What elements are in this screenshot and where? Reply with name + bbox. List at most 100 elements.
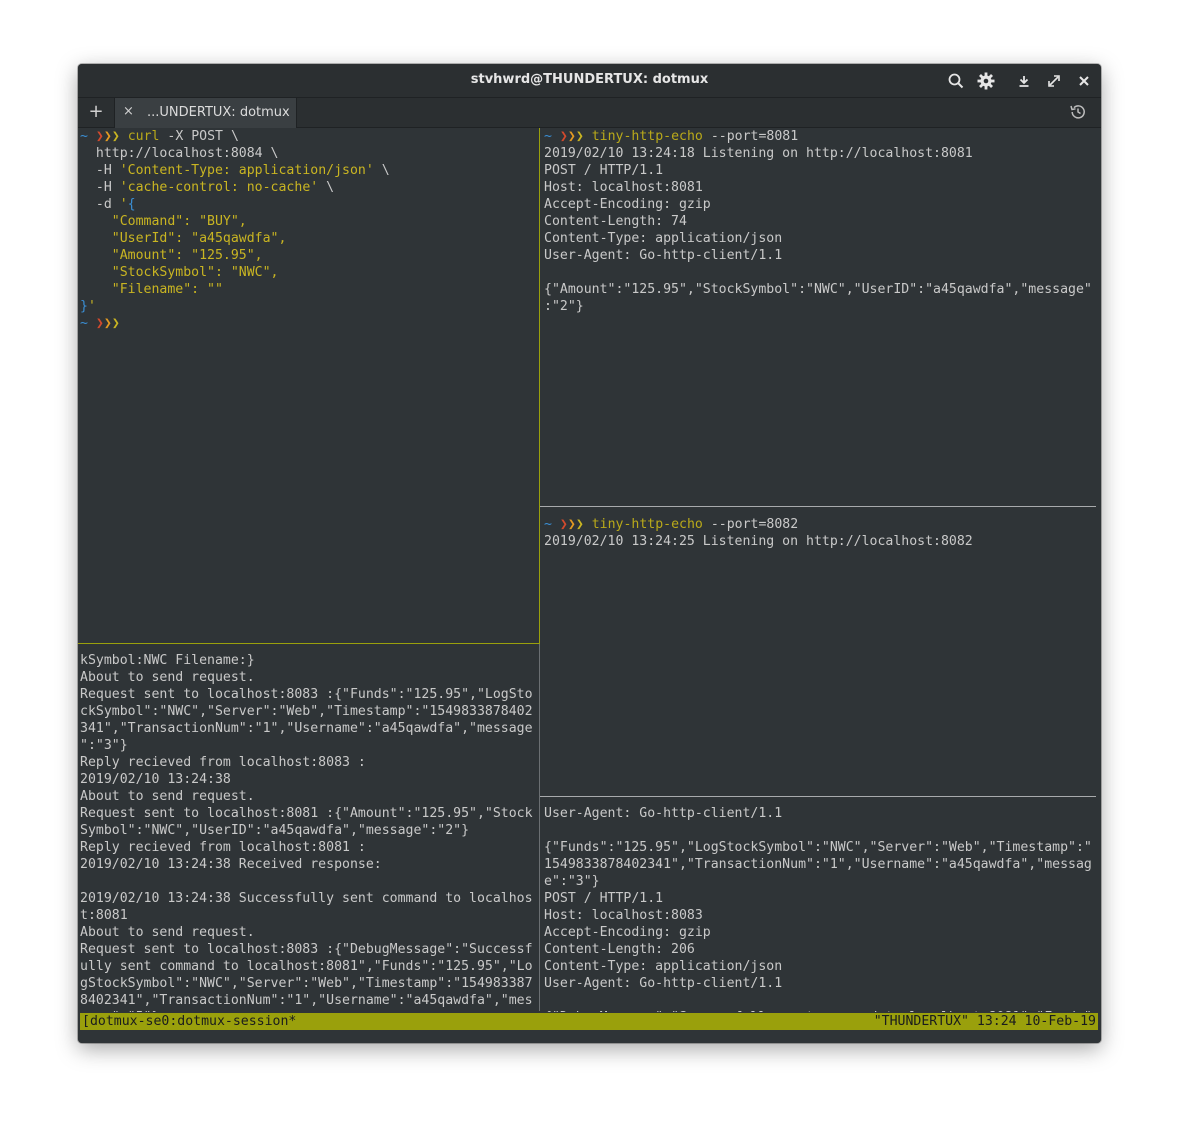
- terminal-line: Content-Type: application/json: [544, 231, 783, 246]
- tab-close-button[interactable]: ×: [123, 104, 134, 119]
- close-icon[interactable]: [1074, 71, 1094, 91]
- command-name: tiny-http-echo: [591, 129, 703, 144]
- terminal-line: ully sent command to localhost:8081","Fu…: [80, 959, 533, 974]
- terminal-line: User-Agent: Go-http-client/1.1: [544, 806, 783, 821]
- terminal-line: kSymbol:NWC Filename:}: [80, 653, 255, 668]
- pane-echo-8083[interactable]: User-Agent: Go-http-client/1.1 {"Funds":"…: [542, 805, 1098, 1012]
- terminal-text: ': [87, 299, 96, 314]
- pane-client-log[interactable]: kSymbol:NWC Filename:} About to send requ…: [78, 652, 539, 1012]
- terminal-line: Request sent to localhost:8083 :{"DebugM…: [80, 942, 533, 957]
- command-args: --port=8082: [702, 517, 799, 532]
- terminal-line: 2019/02/10 13:24:25 Listening on http://…: [544, 534, 973, 549]
- terminal-text: "Filename": "": [80, 282, 223, 297]
- terminal-line: sage":"5"}: [80, 1009, 539, 1012]
- terminal-line: {"Amount":"125.95","StockSymbol":"NWC","…: [544, 282, 1092, 297]
- prompt-line: ~ ❯❯❯ tiny-http-echo --port=8081: [544, 129, 799, 144]
- terminal-text: ': [119, 197, 128, 212]
- terminal-line: POST / HTTP/1.1: [544, 163, 664, 178]
- terminal-line: "StockSymbol": "NWC",: [80, 264, 539, 281]
- terminal-line: }': [80, 298, 539, 315]
- new-tab-button[interactable]: +: [86, 102, 106, 124]
- terminal-line: User-Agent: Go-http-client/1.1: [544, 976, 783, 991]
- maximize-icon[interactable]: [1044, 71, 1064, 91]
- tab-dotmux[interactable]: × ...UNDERTUX: dotmux: [114, 98, 297, 128]
- terminal-line: 2019/02/10 13:24:38: [80, 772, 231, 787]
- terminal-text: -H: [80, 180, 120, 195]
- terminal-text: "UserId": "a45qawdfa",: [80, 231, 287, 246]
- pane-echo-8082[interactable]: ~ ❯❯❯ tiny-http-echo --port=8082 2019/02…: [542, 516, 1098, 796]
- terminal-line: Content-Length: 206: [544, 942, 695, 957]
- terminal-line: -H 'Content-Type: application/json' \: [80, 162, 539, 179]
- terminal-line: Content-Type: application/json: [544, 959, 783, 974]
- terminal-text: 'cache-control: no-cache': [119, 180, 319, 195]
- terminal-area[interactable]: ~ ❯❯❯ curl -X POST \ http://localhost:80…: [78, 128, 1101, 1043]
- terminal-line: 2019/02/10 13:24:18 Listening on http://…: [544, 146, 973, 161]
- terminal-line: User-Agent: Go-http-client/1.1: [544, 248, 783, 263]
- terminal-line: e":"3"}: [544, 874, 600, 889]
- terminal-line: About to send request.: [80, 789, 255, 804]
- download-icon[interactable]: [1014, 71, 1034, 91]
- terminal-line: Content-Length: 74: [544, 214, 687, 229]
- tab-label: ...UNDERTUX: dotmux: [147, 105, 290, 120]
- terminal-line: 2019/02/10 13:24:38 Successfully sent co…: [80, 891, 533, 906]
- command-args: -X POST \: [159, 129, 239, 144]
- terminal-line: gStockSymbol":"NWC","Server":"Web","Time…: [80, 976, 533, 991]
- title-bar[interactable]: stvhwrd@THUNDERTUX: dotmux: [78, 64, 1101, 98]
- terminal-line: 8402341","TransactionNum":"1","Username"…: [80, 993, 533, 1008]
- terminal-line: -d '{: [80, 196, 539, 213]
- terminal-line: Accept-Encoding: gzip: [544, 197, 711, 212]
- terminal-line: http://localhost:8084 \: [80, 145, 539, 162]
- active-pane-border-horizontal: [78, 643, 539, 644]
- terminal-line: -H 'cache-control: no-cache' \: [80, 179, 539, 196]
- command-name: tiny-http-echo: [591, 517, 703, 532]
- terminal-text: "Command": "BUY",: [80, 214, 247, 229]
- terminal-line: ckSymbol":"NWC","Server":"Web","Timestam…: [80, 704, 533, 719]
- terminal-text: "StockSymbol": "NWC",: [80, 265, 279, 280]
- terminal-line: Request sent to localhost:8081 :{"Amount…: [80, 806, 533, 821]
- command-args: --port=8081: [702, 129, 799, 144]
- terminal-text: {: [127, 197, 136, 212]
- terminal-line: About to send request.: [80, 670, 255, 685]
- pane-curl[interactable]: ~ ❯❯❯ curl -X POST \ http://localhost:80…: [78, 128, 539, 643]
- session-name: [dotmux-se0:dotmux-session*: [82, 1014, 297, 1029]
- terminal-text: -d: [80, 197, 120, 212]
- terminal-line: {"Funds":"125.95","LogStockSymbol":"NWC"…: [544, 840, 1092, 855]
- terminal-line: :"2"}: [544, 299, 584, 314]
- pane-echo-8081[interactable]: ~ ❯❯❯ tiny-http-echo --port=8081 2019/02…: [542, 128, 1098, 506]
- command-name: curl: [127, 129, 160, 144]
- gear-icon[interactable]: [976, 71, 996, 91]
- terminal-line: Request sent to localhost:8083 :{"Funds"…: [80, 687, 533, 702]
- tab-bar: + × ...UNDERTUX: dotmux: [78, 98, 1101, 128]
- terminal-line: POST / HTTP/1.1: [544, 891, 664, 906]
- terminal-text: \: [373, 163, 390, 178]
- terminal-line: Host: localhost:8083: [544, 908, 703, 923]
- terminal-line: 341","TransactionNum":"1","Username":"a4…: [80, 721, 533, 736]
- tmux-status-bar: [dotmux-se0:dotmux-session* "THUNDERTUX"…: [80, 1013, 1098, 1030]
- host-clock: "THUNDERTUX" 13:24 10-Feb-19: [873, 1014, 1096, 1029]
- prompt-line: ~ ❯❯❯ curl -X POST \: [80, 129, 239, 144]
- terminal-line: {"DebugMessage":"Successfully sent comma…: [544, 1009, 1098, 1012]
- terminal-line: "Amount": "125.95",: [80, 247, 539, 264]
- terminal-line: About to send request.: [80, 925, 255, 940]
- prompt-line: ~ ❯❯❯: [80, 316, 120, 331]
- search-icon[interactable]: [946, 71, 966, 91]
- history-icon[interactable]: [1069, 103, 1089, 123]
- prompt-line: ~ ❯❯❯ tiny-http-echo --port=8082: [544, 517, 799, 532]
- terminal-line: Reply recieved from localhost:8083 :: [80, 755, 366, 770]
- terminal-line: "Command": "BUY",: [80, 213, 539, 230]
- terminal-line: Reply recieved from localhost:8081 :: [80, 840, 366, 855]
- terminal-text: }: [80, 299, 88, 314]
- terminal-line: ":"3"}: [80, 738, 128, 753]
- terminal-text: http://localhost:8084 \: [80, 146, 279, 161]
- pane-divider-right-bottom[interactable]: [540, 796, 1096, 797]
- pane-divider-right-top[interactable]: [540, 506, 1096, 507]
- terminal-line: "Filename": "": [80, 281, 539, 298]
- terminal-text: 'Content-Type: application/json': [119, 163, 374, 178]
- terminal-text: -H: [80, 163, 120, 178]
- terminal-line: t:8081: [80, 908, 128, 923]
- terminal-line: Accept-Encoding: gzip: [544, 925, 711, 940]
